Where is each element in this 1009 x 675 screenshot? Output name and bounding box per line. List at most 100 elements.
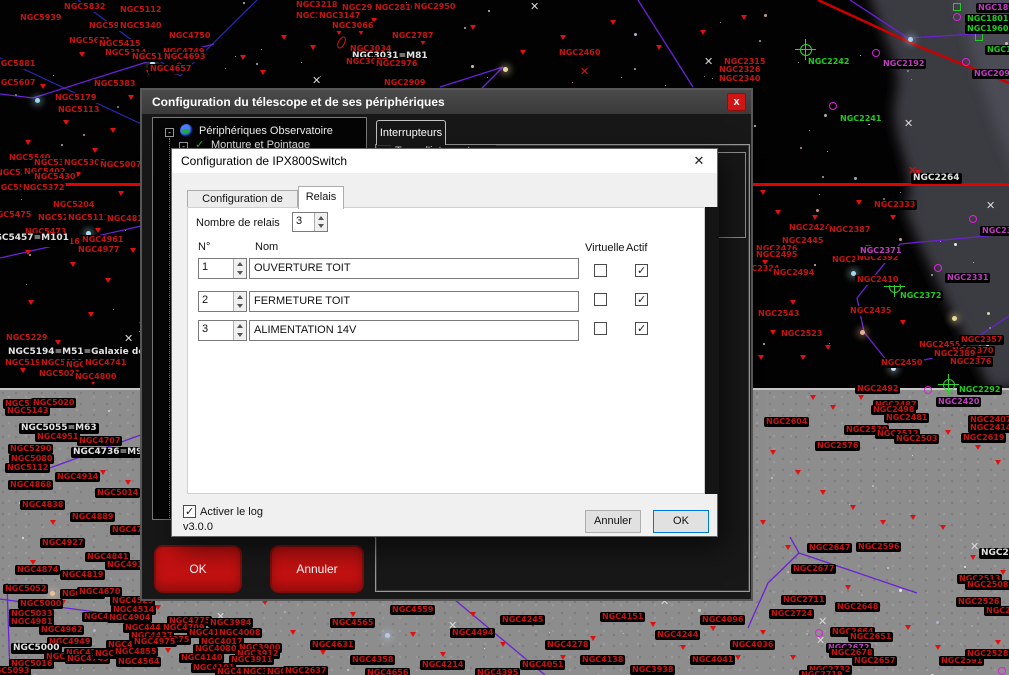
chart-object-label: NGC4855 bbox=[113, 647, 158, 657]
star bbox=[829, 343, 830, 344]
star bbox=[113, 309, 114, 310]
virtuelle-checkbox[interactable] bbox=[594, 322, 607, 335]
ok-button[interactable]: OK bbox=[653, 510, 709, 533]
star bbox=[973, 262, 974, 263]
chart-object-label: NGC4565 bbox=[330, 618, 375, 628]
chart-marker-triangle bbox=[70, 262, 76, 267]
chart-object-label: NGC4631 bbox=[310, 640, 355, 650]
chart-object-label: NGC2492 bbox=[855, 384, 900, 394]
close-icon[interactable]: x bbox=[727, 93, 746, 111]
tree-item-peripheriques-observatoire[interactable]: Périphériques Observatoire bbox=[199, 125, 333, 137]
chart-object-label: NGC2651 bbox=[848, 632, 893, 642]
activer-log-checkbox[interactable] bbox=[183, 505, 196, 518]
chart-object-label: NGC2333 bbox=[872, 200, 917, 210]
chart-marker-red-cross: ✕ bbox=[580, 67, 589, 77]
chart-object-label: NGC2420 bbox=[936, 397, 981, 407]
relay-num-stepper[interactable]: 1 bbox=[198, 258, 247, 279]
chart-object-label: NGC5881 bbox=[0, 59, 37, 69]
actif-checkbox[interactable] bbox=[635, 264, 648, 277]
chart-object-label: NGC5204 bbox=[51, 200, 96, 210]
chart-object-label: NGC2657 bbox=[852, 656, 897, 666]
relay-num-value: 1 bbox=[202, 261, 208, 273]
stepper-down-icon[interactable] bbox=[234, 302, 247, 312]
star bbox=[872, 485, 874, 487]
tab-interrupteurs[interactable]: Interrupteurs bbox=[376, 120, 446, 145]
chart-marker-triangle bbox=[110, 128, 116, 133]
chart-marker-triangle bbox=[40, 84, 46, 89]
cancel-button-back[interactable]: Annuler bbox=[270, 545, 364, 593]
relay-name-input[interactable]: OUVERTURE TOIT bbox=[249, 258, 579, 279]
front-dialog-titlebar[interactable]: Configuration de IPX800Switch bbox=[172, 149, 717, 173]
chart-marker-triangle bbox=[795, 470, 801, 475]
actif-checkbox[interactable] bbox=[635, 293, 648, 306]
back-dialog-titlebar[interactable]: Configuration du télescope et de ses pér… bbox=[142, 90, 751, 114]
chart-marker-triangle bbox=[125, 480, 131, 485]
star bbox=[488, 10, 490, 12]
relay-count-stepper[interactable]: 3 bbox=[292, 212, 328, 232]
star bbox=[788, 651, 789, 652]
star bbox=[954, 243, 957, 246]
chart-marker-triangle bbox=[760, 190, 766, 195]
star bbox=[989, 327, 991, 329]
star bbox=[487, 77, 488, 78]
chart-object-label: NGC5179 bbox=[53, 93, 98, 103]
chart-object-label: NGC2909 bbox=[382, 78, 427, 88]
bright-star bbox=[503, 67, 508, 72]
chart-marker-triangle bbox=[281, 35, 287, 40]
chart-object-label: NGC4214 bbox=[420, 660, 465, 670]
ipx800switch-config-dialog: Configuration de IPX800Switch ✕ Configur… bbox=[171, 148, 718, 537]
chart-marker-triangle bbox=[760, 520, 766, 525]
column-header-nom: Nom bbox=[255, 241, 278, 253]
relay-name-input[interactable]: FERMETURE TOIT bbox=[249, 291, 579, 312]
chart-marker-cross: ✕ bbox=[970, 542, 979, 552]
relay-num-stepper[interactable]: 3 bbox=[198, 320, 247, 341]
chart-object-label: NGC5290 bbox=[8, 444, 53, 454]
virtuelle-checkbox[interactable] bbox=[594, 264, 607, 277]
actif-checkbox[interactable] bbox=[635, 322, 648, 335]
chart-object-label: NGC4977 bbox=[76, 245, 121, 255]
chart-marker-triangle bbox=[940, 525, 946, 530]
stepper-up-icon[interactable] bbox=[234, 292, 247, 302]
star bbox=[621, 77, 622, 78]
star bbox=[108, 410, 110, 412]
chart-object-label: NGC2787 bbox=[390, 31, 435, 41]
cancel-button[interactable]: Annuler bbox=[585, 510, 641, 533]
relay-num-stepper[interactable]: 2 bbox=[198, 291, 247, 312]
stepper-down-icon[interactable] bbox=[234, 331, 247, 341]
chart-object-label: NGC2376 bbox=[948, 357, 993, 367]
chart-object-label: NGC2450 bbox=[879, 358, 924, 368]
chart-marker-triangle bbox=[790, 300, 796, 305]
chart-object-label: NGC4138 bbox=[580, 655, 625, 665]
virtuelle-checkbox[interactable] bbox=[594, 293, 607, 306]
tab-relais[interactable]: Relais bbox=[298, 186, 344, 209]
stepper-down-icon[interactable] bbox=[315, 222, 328, 231]
tree-expander-icon[interactable]: - bbox=[165, 128, 174, 137]
chart-object-label: NGC4041 bbox=[690, 655, 735, 665]
tree-guide-line bbox=[169, 138, 170, 520]
bright-star bbox=[908, 37, 913, 42]
relay-name-input[interactable]: ALIMENTATION 14V bbox=[249, 320, 579, 341]
chart-object-label: NGC4962 bbox=[39, 625, 84, 635]
chart-marker-triangle bbox=[310, 45, 316, 50]
stepper-up-icon[interactable] bbox=[234, 259, 247, 269]
ok-button-back[interactable]: OK bbox=[154, 545, 242, 593]
stepper-up-icon[interactable] bbox=[315, 213, 328, 222]
tab-configuration-ipx800[interactable]: Configuration de IPX800 bbox=[187, 190, 298, 208]
chart-marker-triangle bbox=[79, 52, 85, 57]
chart-object-label: NGC2264 bbox=[911, 173, 962, 184]
chart-object-label: NGC4838 bbox=[20, 500, 65, 510]
stepper-up-icon[interactable] bbox=[234, 321, 247, 331]
chart-object-label: NGC4559 bbox=[390, 605, 435, 615]
star bbox=[899, 589, 902, 592]
chart-marker-triangle bbox=[610, 20, 616, 25]
close-icon[interactable]: ✕ bbox=[685, 149, 713, 173]
stepper-arrows bbox=[314, 213, 327, 231]
chart-object-label: NGC1893 bbox=[976, 3, 1009, 13]
chart-object-label: NGC5113 bbox=[56, 105, 101, 115]
stepper-down-icon[interactable] bbox=[234, 269, 247, 279]
chart-object-label: NGC4800 bbox=[73, 372, 118, 382]
star bbox=[17, 640, 19, 642]
chart-object-label: NGC3066 bbox=[330, 21, 375, 31]
chart-object-label: NGC4245 bbox=[500, 615, 545, 625]
chart-object-label: NGC1801 bbox=[965, 14, 1009, 24]
